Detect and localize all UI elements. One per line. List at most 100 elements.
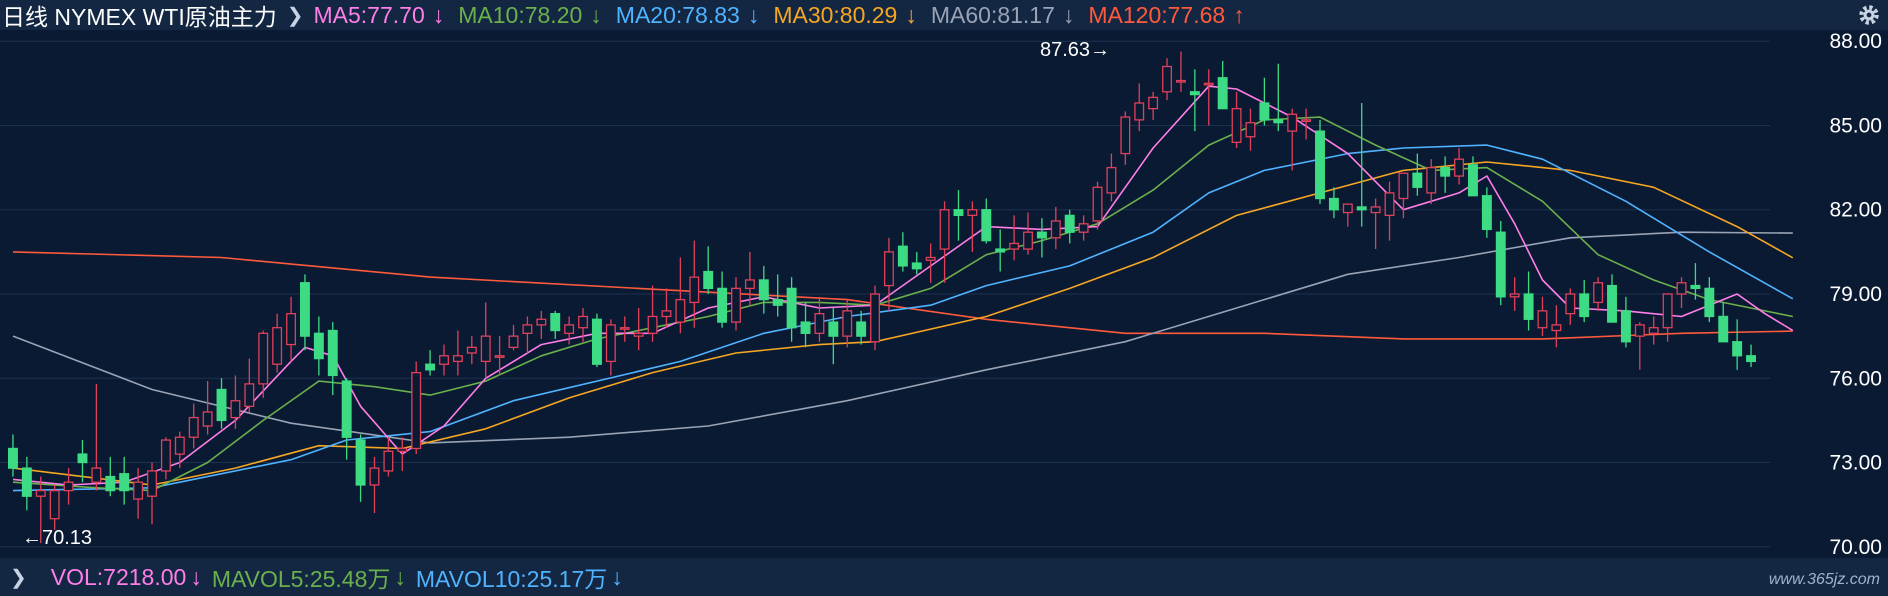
candle — [605, 319, 616, 376]
candle — [1175, 51, 1186, 92]
candle-body — [1078, 223, 1089, 233]
candle-body — [230, 400, 241, 419]
settings-gear-icon[interactable] — [1856, 2, 1882, 28]
candle-body — [147, 470, 157, 497]
candle — [1454, 147, 1465, 185]
candle-body — [911, 262, 922, 270]
candle-body — [1287, 113, 1298, 132]
candle — [63, 468, 74, 505]
candle — [1676, 277, 1687, 309]
candle-body — [174, 436, 185, 455]
candle-body — [1301, 119, 1312, 123]
candle-body — [35, 489, 46, 497]
candle-body — [494, 355, 505, 358]
candle-body — [1259, 102, 1270, 121]
candle — [480, 302, 491, 379]
candle — [244, 358, 255, 412]
collapse-volume-chevron-icon[interactable]: ❯ — [10, 565, 27, 590]
ma120-trend-arrow-icon: ↑ — [1233, 1, 1245, 28]
y-tick-label: 70.00 — [1829, 536, 1882, 558]
candle-body — [772, 298, 783, 306]
candle-body — [105, 475, 116, 492]
candle-body — [119, 473, 130, 492]
candle — [828, 308, 839, 365]
candle-body — [1175, 79, 1186, 83]
mavol10-label: MAVOL10:25.17万 — [415, 566, 608, 592]
candle-body — [216, 388, 227, 422]
candle-body — [800, 321, 811, 334]
candle-body — [939, 209, 950, 250]
candle-body — [1426, 166, 1437, 194]
candle-body — [1718, 315, 1729, 343]
candle — [1495, 220, 1506, 306]
candle — [1579, 279, 1590, 323]
candle-body — [647, 315, 658, 334]
candle — [1509, 277, 1520, 311]
candle — [1398, 172, 1409, 219]
candle-body — [897, 245, 908, 267]
candle — [1328, 187, 1339, 219]
candle-body — [758, 279, 769, 301]
collapse-indicator-chevron-icon[interactable]: ❯ — [287, 3, 304, 28]
candle — [619, 316, 630, 342]
candle — [1607, 274, 1617, 323]
candle — [689, 240, 700, 328]
mavol5-trend-arrow-icon: ↓ — [394, 563, 406, 590]
candle-body — [1106, 166, 1117, 194]
candle-body — [1454, 158, 1465, 177]
vol-trend-arrow-icon: ↓ — [190, 563, 202, 590]
candle-body — [633, 332, 644, 337]
candle-body — [439, 355, 449, 365]
candle — [1370, 198, 1381, 250]
candle-body — [383, 450, 394, 472]
candle-body — [619, 327, 630, 330]
candle-body — [1217, 77, 1228, 110]
candle — [299, 274, 310, 351]
candle — [911, 251, 922, 275]
candle-body — [1481, 195, 1492, 231]
candle — [21, 456, 32, 511]
candle — [1245, 108, 1256, 151]
candle-body — [1565, 293, 1576, 315]
candle — [230, 375, 241, 429]
candle — [1537, 296, 1548, 337]
chart-title: 日线 NYMEX WTI原油主力 — [2, 4, 277, 30]
candle — [1009, 215, 1020, 261]
candle-body — [842, 310, 853, 337]
ma30-trend-arrow-icon: ↓ — [905, 1, 917, 28]
candle-body — [786, 287, 797, 329]
candle — [800, 302, 811, 348]
candle-body — [202, 411, 213, 427]
candle-body — [1398, 172, 1409, 200]
candle-body — [355, 439, 366, 486]
candle — [717, 271, 728, 328]
candle — [1634, 322, 1645, 370]
candle — [731, 277, 741, 331]
candle — [1593, 277, 1604, 311]
mavol10-trend-arrow-icon: ↓ — [611, 563, 623, 590]
candle-body — [1315, 130, 1325, 200]
candle — [1078, 215, 1089, 241]
candle-body — [1412, 172, 1423, 188]
candle-body — [814, 313, 825, 334]
candle — [1481, 187, 1492, 238]
candle — [1384, 181, 1395, 241]
candle — [967, 201, 978, 252]
candle-body — [1579, 293, 1590, 318]
candle-body — [1245, 122, 1256, 138]
candle — [425, 350, 436, 376]
candle-body — [883, 251, 894, 287]
ma5-label: MA5:77.70 — [313, 1, 425, 28]
candle-body — [1189, 91, 1200, 96]
candle — [466, 336, 477, 365]
candle-body — [1551, 324, 1562, 332]
ma30-line — [12, 161, 1794, 486]
y-tick-label: 88.00 — [1829, 30, 1882, 53]
candle — [91, 383, 102, 491]
candle — [49, 484, 60, 530]
candle — [147, 462, 157, 525]
ma60-label: MA60:81.17 — [930, 1, 1055, 28]
candlestick-chart: 88.00 85.00 82.00 79.00 76.00 73.00 70.00 87.6… — [0, 30, 1882, 558]
candle-body — [1203, 82, 1214, 86]
indicator-header: 日线 NYMEX WTI原油主力 ❯ MA5:77.70 ↓ MA10:78.2… — [0, 0, 1888, 30]
